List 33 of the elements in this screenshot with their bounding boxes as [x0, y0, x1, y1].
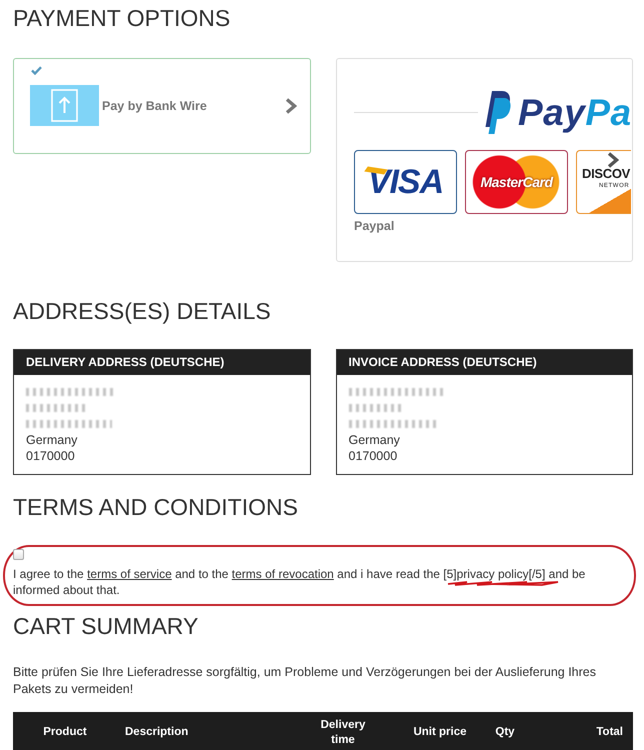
p-monogram-icon: [485, 90, 511, 135]
column-header: Product: [42, 725, 88, 740]
redacted-text: [26, 404, 86, 412]
agree-checkbox[interactable]: [13, 549, 24, 560]
notice-text: Bitte prüfen Sie Ihre Lieferadresse sorgfältig, um Probleme und Verzögerungen bei der Auslieferung Ihres Pakets zu vermeiden!: [13, 664, 597, 698]
terms-text: I agree to the terms of service and to the terms of revocation and i have read the [5]privacy policy[/5] and be informed about that.: [13, 566, 586, 598]
column-header: Qty: [494, 725, 516, 740]
column-header: Total: [595, 725, 624, 740]
check-icon: [31, 66, 42, 75]
section-heading: TERMS AND CONDITIONS: [13, 494, 299, 520]
option-label: Paypal: [354, 218, 394, 234]
terms-link[interactable]: terms of revocation: [232, 567, 334, 581]
arrow-document-icon: [30, 85, 99, 126]
address-line: Germany: [26, 432, 78, 448]
redacted-text: [348, 404, 400, 412]
option-label: Pay by Bank Wire: [102, 98, 207, 114]
section-heading: CART SUMMARY: [13, 613, 200, 639]
column-header: Delivery time: [320, 718, 366, 748]
address-header: DELIVERY ADDRESS (DEUTSCHE): [14, 350, 310, 375]
address-line: 0170000: [348, 448, 398, 464]
section-heading: ADDRESS(ES) DETAILS: [13, 298, 272, 324]
terms-link[interactable]: terms of service: [87, 567, 172, 581]
chevron-right-icon: [607, 152, 619, 168]
chevron-right-icon: [285, 98, 297, 114]
address-line: Germany: [348, 432, 400, 448]
column-header: Description: [124, 725, 190, 740]
address-line: 0170000: [26, 448, 75, 464]
paypal-wordmark: PayPa: [518, 94, 632, 131]
section-heading: PAYMENT OPTIONS: [13, 5, 232, 31]
payment-option-card[interactable]: Pay by Bank Wire: [13, 58, 311, 154]
address-header: INVOICE ADDRESS (DEUTSCHE): [336, 350, 632, 375]
card-logo: VISA: [354, 150, 457, 214]
column-header: Unit price: [412, 725, 468, 740]
